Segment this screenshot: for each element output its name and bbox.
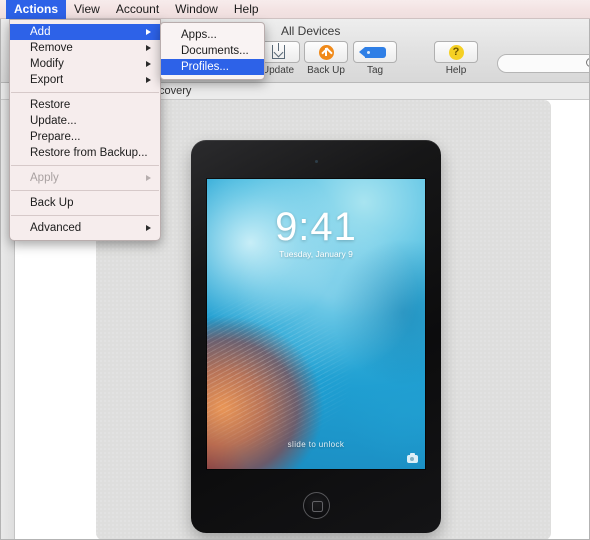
menu-item-add[interactable]: Add: [10, 24, 160, 40]
submenu-item-documents[interactable]: Documents...: [161, 43, 264, 59]
menu-bar-item-actions[interactable]: Actions: [6, 0, 67, 19]
menu-item-modify-label: Modify: [30, 58, 64, 70]
backup-button-label: Back Up: [307, 65, 345, 76]
menu-bar: Actions View Account Window Help: [0, 0, 590, 19]
lock-screen-date: Tuesday, January 9: [279, 249, 353, 259]
menu-item-restore-label: Restore: [30, 99, 71, 111]
submenu-item-apps-label: Apps...: [181, 29, 217, 41]
menu-item-remove-label: Remove: [30, 42, 73, 54]
menu-item-advanced-label: Advanced: [30, 222, 82, 234]
menu-bar-item-account[interactable]: Account: [108, 0, 167, 19]
front-camera-icon: [314, 160, 318, 163]
submenu-item-documents-label: Documents...: [181, 45, 249, 57]
menu-item-add-label: Add: [30, 26, 51, 38]
toolbar-backup-button[interactable]: Back Up: [299, 41, 353, 76]
chevron-right-icon: [146, 44, 151, 51]
menu-item-update-label: Update...: [30, 115, 77, 127]
menu-item-restore-from-backup-label: Restore from Backup...: [30, 147, 148, 159]
ipad-lock-screen: 9:41 Tuesday, January 9 slide to unlock: [207, 179, 425, 469]
lock-screen-time: 9:41: [275, 205, 357, 249]
help-button-label: Help: [445, 65, 467, 76]
source-list-label: covery: [159, 85, 192, 97]
update-icon: [271, 43, 285, 59]
chevron-right-icon: [146, 174, 151, 181]
menu-item-back-up[interactable]: Back Up: [10, 195, 160, 211]
backup-button-chip[interactable]: [304, 41, 348, 63]
menu-item-remove[interactable]: Remove: [10, 40, 160, 56]
menu-bar-item-view[interactable]: View: [66, 0, 108, 19]
menu-bar-item-help[interactable]: Help: [226, 0, 267, 19]
menu-item-apply-label: Apply: [30, 172, 59, 184]
toolbar-title: All Devices: [281, 24, 341, 38]
submenu-item-profiles[interactable]: Profiles...: [161, 59, 264, 75]
tag-icon: [358, 46, 386, 58]
tag-button-chip[interactable]: [353, 41, 397, 63]
menu-separator: [11, 215, 159, 216]
menu-item-export-label: Export: [30, 74, 64, 86]
toolbar-help-button[interactable]: ? Help: [429, 41, 483, 76]
chevron-right-icon: [146, 76, 151, 83]
menu-separator: [11, 165, 159, 166]
help-icon: ?: [448, 44, 464, 60]
submenu-item-apps[interactable]: Apps...: [161, 27, 264, 43]
update-button-label: Update: [261, 65, 295, 76]
menu-separator: [11, 92, 159, 93]
menu-item-back-up-label: Back Up: [30, 197, 74, 209]
toolbar-tag-button[interactable]: Tag: [348, 41, 402, 76]
menu-item-modify[interactable]: Modify: [10, 56, 160, 72]
menu-item-restore-from-backup[interactable]: Restore from Backup...: [10, 145, 160, 161]
menu-item-prepare-label: Prepare...: [30, 131, 81, 143]
ipad-device-image: 9:41 Tuesday, January 9 slide to unlock: [191, 140, 441, 533]
tag-button-label: Tag: [366, 65, 384, 76]
menu-item-export[interactable]: Export: [10, 72, 160, 88]
submenu-item-profiles-label: Profiles...: [181, 61, 229, 73]
menu-item-apply: Apply: [10, 170, 160, 186]
home-button: [302, 492, 330, 519]
search-input[interactable]: [497, 54, 589, 73]
chevron-right-icon: [146, 224, 151, 231]
chevron-right-icon: [146, 28, 151, 35]
menu-item-prepare[interactable]: Prepare...: [10, 129, 160, 145]
chevron-right-icon: [146, 60, 151, 67]
screenshot-root: All Devices Update Back Up Tag ? Help co…: [0, 0, 590, 540]
menu-separator: [11, 190, 159, 191]
help-button-chip[interactable]: ?: [434, 41, 478, 63]
menu-item-advanced[interactable]: Advanced: [10, 220, 160, 236]
menu-bar-item-window[interactable]: Window: [167, 0, 226, 19]
backup-icon: [318, 44, 334, 60]
menu-item-restore[interactable]: Restore: [10, 97, 160, 113]
actions-menu: Add Remove Modify Export Restore Update.…: [9, 19, 161, 241]
search-icon: [586, 58, 589, 67]
menu-item-update[interactable]: Update...: [10, 113, 160, 129]
camera-icon: [407, 453, 418, 463]
add-submenu: Apps... Documents... Profiles...: [160, 22, 265, 80]
slide-to-unlock-label: slide to unlock: [287, 440, 345, 449]
